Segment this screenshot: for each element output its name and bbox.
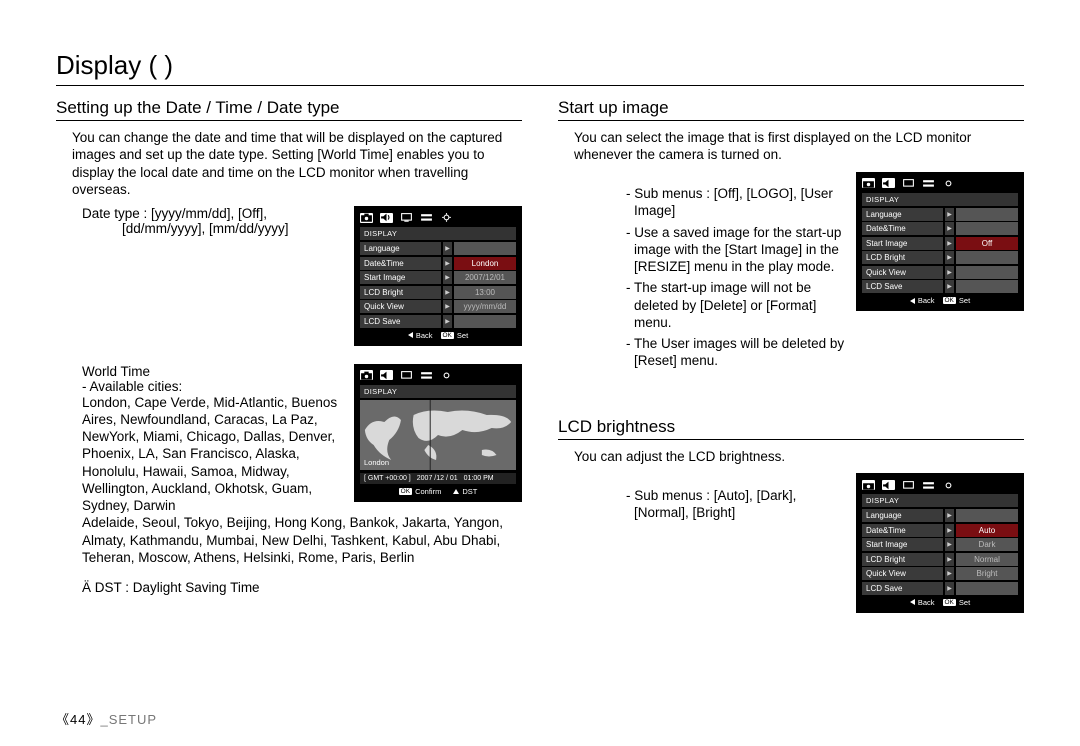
startup-bullet-1: - Sub menus : [Off], [LOGO], [User Image…: [626, 185, 850, 220]
page-title: Display ( ): [56, 50, 1024, 86]
camera-tab-icon: [360, 370, 373, 380]
left-column: Setting up the Date / Time / Date type Y…: [56, 94, 522, 623]
footer-section: _SETUP: [100, 712, 157, 727]
display-tab-icon: [400, 370, 413, 380]
dst-note: Ä DST : Daylight Saving Time: [82, 580, 522, 595]
chevron-right-icon: ▶: [443, 286, 452, 299]
menu-header: DISPLAY: [360, 227, 516, 240]
world-time-label: World Time: [82, 364, 348, 379]
startup-bullet-2: - Use a saved image for the start-up ima…: [626, 224, 850, 276]
menu-item-lcdsave: LCD Save: [360, 315, 441, 328]
menu-tabbar: [862, 478, 1018, 491]
lcd-bullet-1: - Sub menus : [Auto], [Dark], [Normal], …: [626, 487, 850, 522]
startup-bullet-4: - The User images will be deleted by [Re…: [626, 335, 850, 370]
settings-tab-icon: [922, 480, 935, 490]
menu-value-format: yyyy/mm/dd: [454, 300, 516, 313]
world-time-infobar: [ GMT +00:00 ] 2007 /12 / 01 01:00 PM: [360, 473, 516, 484]
camera-tab-icon: [360, 213, 373, 223]
menu-value-dark: Dark: [956, 538, 1018, 551]
date-type-line2: [dd/mm/yyyy], [mm/dd/yyyy]: [122, 221, 348, 236]
gear-tab-icon: [942, 178, 955, 188]
gear-tab-icon: [440, 213, 453, 223]
chevron-right-icon: ▶: [443, 242, 452, 255]
startup-bullet-3: - The start-up image will not be deleted…: [626, 279, 850, 331]
menu-value-normal: Normal: [956, 553, 1018, 566]
menu-tabbar: [360, 211, 516, 224]
menu-footer-set: OKSet: [441, 331, 469, 340]
sound-tab-icon: [882, 480, 895, 490]
settings-tab-icon: [420, 370, 433, 380]
menu-value-startup-off: Off: [956, 237, 1018, 250]
menu-header: DISPLAY: [862, 193, 1018, 206]
menu-item-quickview: Quick View: [360, 300, 441, 313]
section-lcd-para: You can adjust the LCD brightness.: [574, 448, 1024, 465]
section-date-time-title: Setting up the Date / Time / Date type: [56, 98, 522, 121]
menu-value-time: 13:00: [454, 286, 516, 299]
camera-world-time-screen: DISPLAY London [ GMT +00:00: [354, 364, 522, 502]
available-cities-label: - Available cities:: [82, 379, 348, 394]
menu-header: DISPLAY: [360, 385, 516, 398]
available-cities-rest: Adelaide, Seoul, Tokyo, Beijing, Hong Ko…: [82, 514, 522, 566]
menu-item-language: Language: [360, 242, 441, 255]
chevron-right-icon: ▶: [443, 257, 452, 270]
menu-item-datetime: Date&Time: [360, 257, 441, 270]
world-time-city: London: [364, 458, 389, 467]
world-time-footer-dst: DST: [453, 487, 477, 496]
sound-tab-icon: [380, 213, 393, 223]
section-startup-para: You can select the image that is ﬁrst di…: [574, 129, 1024, 164]
display-tab-icon: [902, 480, 915, 490]
world-map: London: [360, 400, 516, 470]
camera-menu-date-time: DISPLAY Language▶ Date&Time▶London Start…: [354, 206, 522, 346]
page-number: 《44》: [56, 712, 100, 727]
world-time-footer-confirm: OKConfirm: [399, 487, 442, 496]
menu-header: DISPLAY: [862, 494, 1018, 507]
camera-tab-icon: [862, 178, 875, 188]
available-cities-block: London, Cape Verde, Mid-Atlantic, Buenos…: [82, 394, 348, 515]
menu-tabbar: [360, 369, 516, 382]
settings-tab-icon: [420, 213, 433, 223]
camera-tab-icon: [862, 480, 875, 490]
camera-menu-startup: DISPLAY Language▶ Date&Time▶ Start Image…: [856, 172, 1024, 312]
menu-footer-back: Back: [408, 331, 433, 340]
section-date-time-para: You can change the date and time that wi…: [72, 129, 522, 198]
menu-value-city: London: [454, 257, 516, 270]
menu-item-lcdbright: LCD Bright: [360, 286, 441, 299]
display-tab-icon: [400, 213, 413, 223]
display-tab-icon: [902, 178, 915, 188]
section-lcd-title: LCD brightness: [558, 417, 1024, 440]
section-startup-title: Start up image: [558, 98, 1024, 121]
gear-tab-icon: [440, 370, 453, 380]
camera-menu-lcd: DISPLAY Language▶ Date&Time▶Auto Start I…: [856, 473, 1024, 613]
gear-tab-icon: [942, 480, 955, 490]
sound-tab-icon: [380, 370, 393, 380]
chevron-right-icon: ▶: [443, 315, 452, 328]
menu-tabbar: [862, 177, 1018, 190]
menu-value-auto: Auto: [956, 524, 1018, 537]
right-column: Start up image You can select the image …: [558, 94, 1024, 623]
menu-value-bright: Bright: [956, 567, 1018, 580]
sound-tab-icon: [882, 178, 895, 188]
menu-item-startimage: Start Image: [360, 271, 441, 284]
chevron-right-icon: ▶: [443, 271, 452, 284]
menu-value-date: 2007/12/01: [454, 271, 516, 284]
chevron-right-icon: ▶: [443, 300, 452, 313]
page-footer: 《44》_SETUP: [56, 709, 157, 728]
settings-tab-icon: [922, 178, 935, 188]
date-type-line1: Date type : [yyyy/mm/dd], [Off],: [82, 206, 348, 221]
